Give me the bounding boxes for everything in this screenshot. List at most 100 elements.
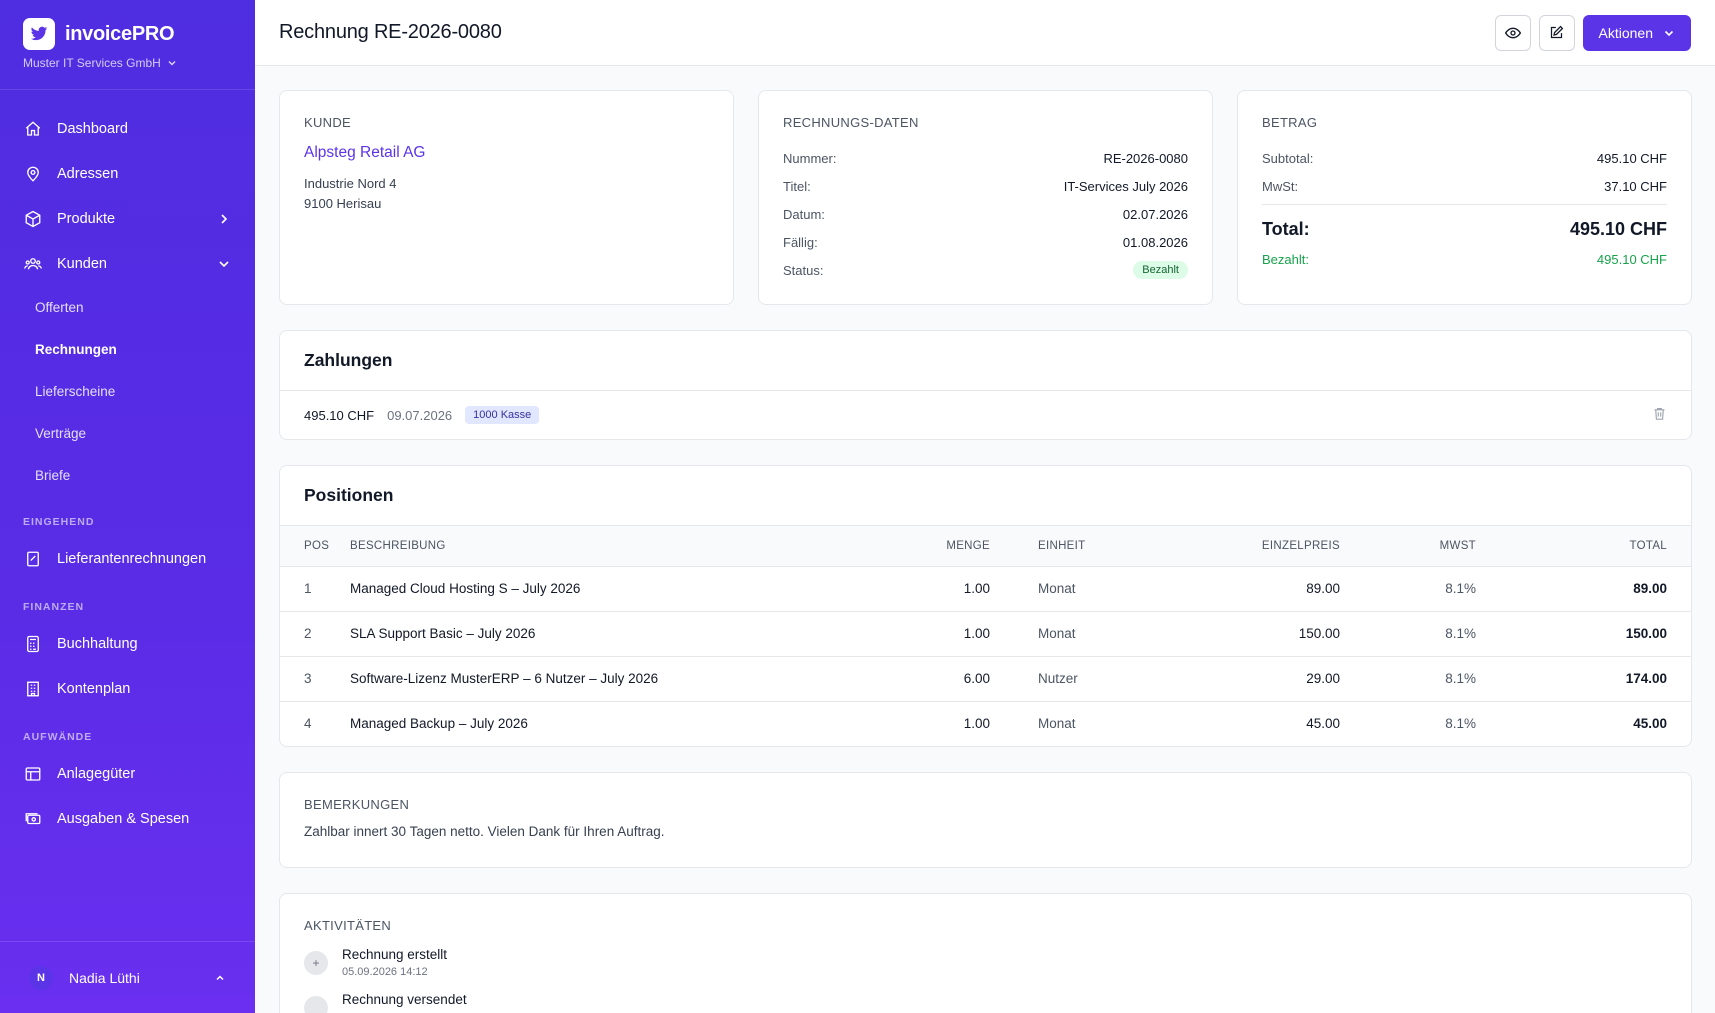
map-pin-icon xyxy=(23,164,43,184)
nav-subitem-vertraege[interactable]: Verträge xyxy=(0,412,255,454)
nav-subitem-briefe[interactable]: Briefe xyxy=(0,454,255,496)
chevron-up-icon xyxy=(216,974,224,980)
nav-section-finanzen: FINANZEN xyxy=(23,601,85,613)
calculator-icon xyxy=(23,634,43,654)
nav-label: Ausgaben & Spesen xyxy=(57,810,190,827)
payments-title: Zahlungen xyxy=(280,331,1691,391)
remarks-card: BEMERKUNGEN Zahlbar innert 30 Tagen nett… xyxy=(279,772,1692,868)
nav-subitem-lieferscheine[interactable]: Lieferscheine xyxy=(0,370,255,412)
positions-table: POS BESCHREIBUNG MENGE EINHEIT EINZELPRE… xyxy=(280,526,1691,746)
edit-icon xyxy=(1550,25,1564,39)
nav-item-dashboard[interactable]: Dashboard xyxy=(0,106,255,151)
cell-description: SLA Support Basic – July 2026 xyxy=(350,611,890,657)
nav-subitem-offerten[interactable]: Offerten xyxy=(0,286,255,328)
invoice-title-row: Titel: IT-Services July 2026 xyxy=(783,172,1188,200)
nav-item-kunden[interactable]: Kunden xyxy=(0,241,255,286)
sidebar: invoicePRO Muster IT Services GmbH Dashb… xyxy=(0,0,255,1013)
eye-icon xyxy=(1504,27,1521,38)
positions-card: Positionen POS BESCHREIBUNG MENGE EINHEI… xyxy=(279,465,1692,747)
plus-icon: + xyxy=(304,951,328,975)
customer-street: Industrie Nord 4 xyxy=(304,176,397,191)
status-badge: Bezahlt xyxy=(1133,261,1188,279)
customer-city: 9100 Herisau xyxy=(304,196,382,211)
nav-item-ausgaben-spesen[interactable]: Ausgaben & Spesen xyxy=(0,796,255,841)
brand-name: invoicePRO xyxy=(65,22,175,45)
table-row: 2 SLA Support Basic – July 2026 1.00 Mon… xyxy=(280,611,1691,657)
topbar: Rechnung RE-2026-0080 Aktionen xyxy=(255,0,1715,66)
cell-description: Managed Backup – July 2026 xyxy=(350,716,528,732)
positions-title: Positionen xyxy=(280,466,1691,526)
user-name: Nadia Lüthi xyxy=(69,969,140,986)
actions-label: Aktionen xyxy=(1598,24,1653,41)
trash-icon xyxy=(1654,407,1665,420)
receipt-icon xyxy=(23,549,43,569)
building-icon xyxy=(23,679,43,699)
invoice-number: RE-2026-0080 xyxy=(1103,150,1188,166)
cell-quantity: 1.00 xyxy=(890,566,990,612)
cell-unit: Nutzer xyxy=(990,656,1140,702)
invoice-date-row: Datum: 02.07.2026 xyxy=(783,200,1188,228)
paid-row: Bezahlt: 495.10 CHF xyxy=(1262,245,1667,273)
cell-unit-price: 45.00 xyxy=(1306,716,1340,732)
invoice-due-row: Fällig: 01.08.2026 xyxy=(783,228,1188,256)
cell-total: 45.00 xyxy=(1633,716,1667,732)
invoice-data-label: RECHNUNGS-DATEN xyxy=(783,115,919,130)
column-header-vat: MWST xyxy=(1340,526,1476,567)
cell-unit-price: 89.00 xyxy=(1140,566,1340,612)
customer-card: KUNDE Alpsteg Retail AG Industrie Nord 4… xyxy=(279,90,734,305)
invoice-due-date: 01.08.2026 xyxy=(1122,234,1188,250)
nav-item-anlagegueter[interactable]: Anlagegüter xyxy=(0,751,255,796)
total-value: 495.10 CHF xyxy=(1569,218,1667,239)
cell-pos: 4 xyxy=(304,716,312,732)
nav-item-kontenplan[interactable]: Kontenplan xyxy=(0,666,255,711)
delete-payment-button[interactable] xyxy=(1652,406,1667,424)
brand-area: invoicePRO Muster IT Services GmbH xyxy=(0,0,255,90)
actions-dropdown-button[interactable]: Aktionen xyxy=(1582,14,1691,51)
customer-label: KUNDE xyxy=(304,115,352,130)
column-header-pos: POS xyxy=(280,526,350,567)
amount-card: BETRAG Subtotal: 495.10 CHF MwSt: 37.10 … xyxy=(1237,90,1692,305)
invoice-status-row: Status: Bezahlt xyxy=(783,256,1188,284)
nav-label: Lieferantenrechnungen xyxy=(57,550,207,567)
column-header-unit-price: EINZELPREIS xyxy=(1140,526,1340,567)
nav-item-buchhaltung[interactable]: Buchhaltung xyxy=(0,621,255,666)
vat-row: MwSt: 37.10 CHF xyxy=(1262,172,1667,200)
field-label: Titel: xyxy=(783,178,811,194)
nav-item-adressen[interactable]: Adressen xyxy=(0,151,255,196)
nav-item-lieferantenrechnungen[interactable]: Lieferantenrechnungen xyxy=(0,536,255,581)
table-row: 1 Managed Cloud Hosting S – July 2026 1.… xyxy=(280,566,1691,612)
nav-subitem-rechnungen[interactable]: Rechnungen xyxy=(0,328,255,370)
app-logo-icon[interactable] xyxy=(23,18,55,50)
table-header-row: POS BESCHREIBUNG MENGE EINHEIT EINZELPRE… xyxy=(280,526,1691,567)
field-label: MwSt: xyxy=(1262,178,1299,194)
page-title: Rechnung RE-2026-0080 xyxy=(279,21,502,43)
activities-label: AKTIVITÄTEN xyxy=(304,918,392,933)
cube-icon xyxy=(23,209,43,229)
cell-unit: Monat xyxy=(990,566,1140,612)
edit-button[interactable] xyxy=(1538,14,1575,51)
nav-label: Kontenplan xyxy=(57,680,131,697)
activity-item: Rechnung versendet xyxy=(304,992,1667,1013)
customer-name-link[interactable]: Alpsteg Retail AG xyxy=(304,144,709,162)
company-switcher[interactable]: Muster IT Services GmbH xyxy=(23,56,232,70)
nav-item-produkte[interactable]: Produkte xyxy=(0,196,255,241)
preview-button[interactable] xyxy=(1494,14,1531,51)
main-content: KUNDE Alpsteg Retail AG Industrie Nord 4… xyxy=(279,90,1692,1013)
user-menu[interactable]: N Nadia Lüthi xyxy=(0,941,255,1013)
field-label: Total: xyxy=(1262,218,1310,239)
send-icon xyxy=(304,996,328,1013)
nav-section-eingehend: EINGEHEND xyxy=(23,516,95,528)
nav-label: Anlagegüter xyxy=(57,765,136,782)
invoice-date: 02.07.2026 xyxy=(1122,206,1188,222)
field-label: Subtotal: xyxy=(1262,150,1314,166)
payment-date: 09.07.2026 xyxy=(387,407,453,423)
cell-unit: Monat xyxy=(990,611,1140,657)
nav-section-aufwaende: AUFWÄNDE xyxy=(23,731,93,743)
field-label: Status: xyxy=(783,262,824,278)
cell-unit: Monat xyxy=(1038,716,1076,732)
nav-label: Buchhaltung xyxy=(57,635,138,652)
cell-unit-price: 29.00 xyxy=(1140,656,1340,702)
remarks-text: Zahlbar innert 30 Tagen netto. Vielen Da… xyxy=(304,824,665,839)
invoice-number-row: Nummer: RE-2026-0080 xyxy=(783,144,1188,172)
amount-label: BETRAG xyxy=(1262,115,1318,130)
